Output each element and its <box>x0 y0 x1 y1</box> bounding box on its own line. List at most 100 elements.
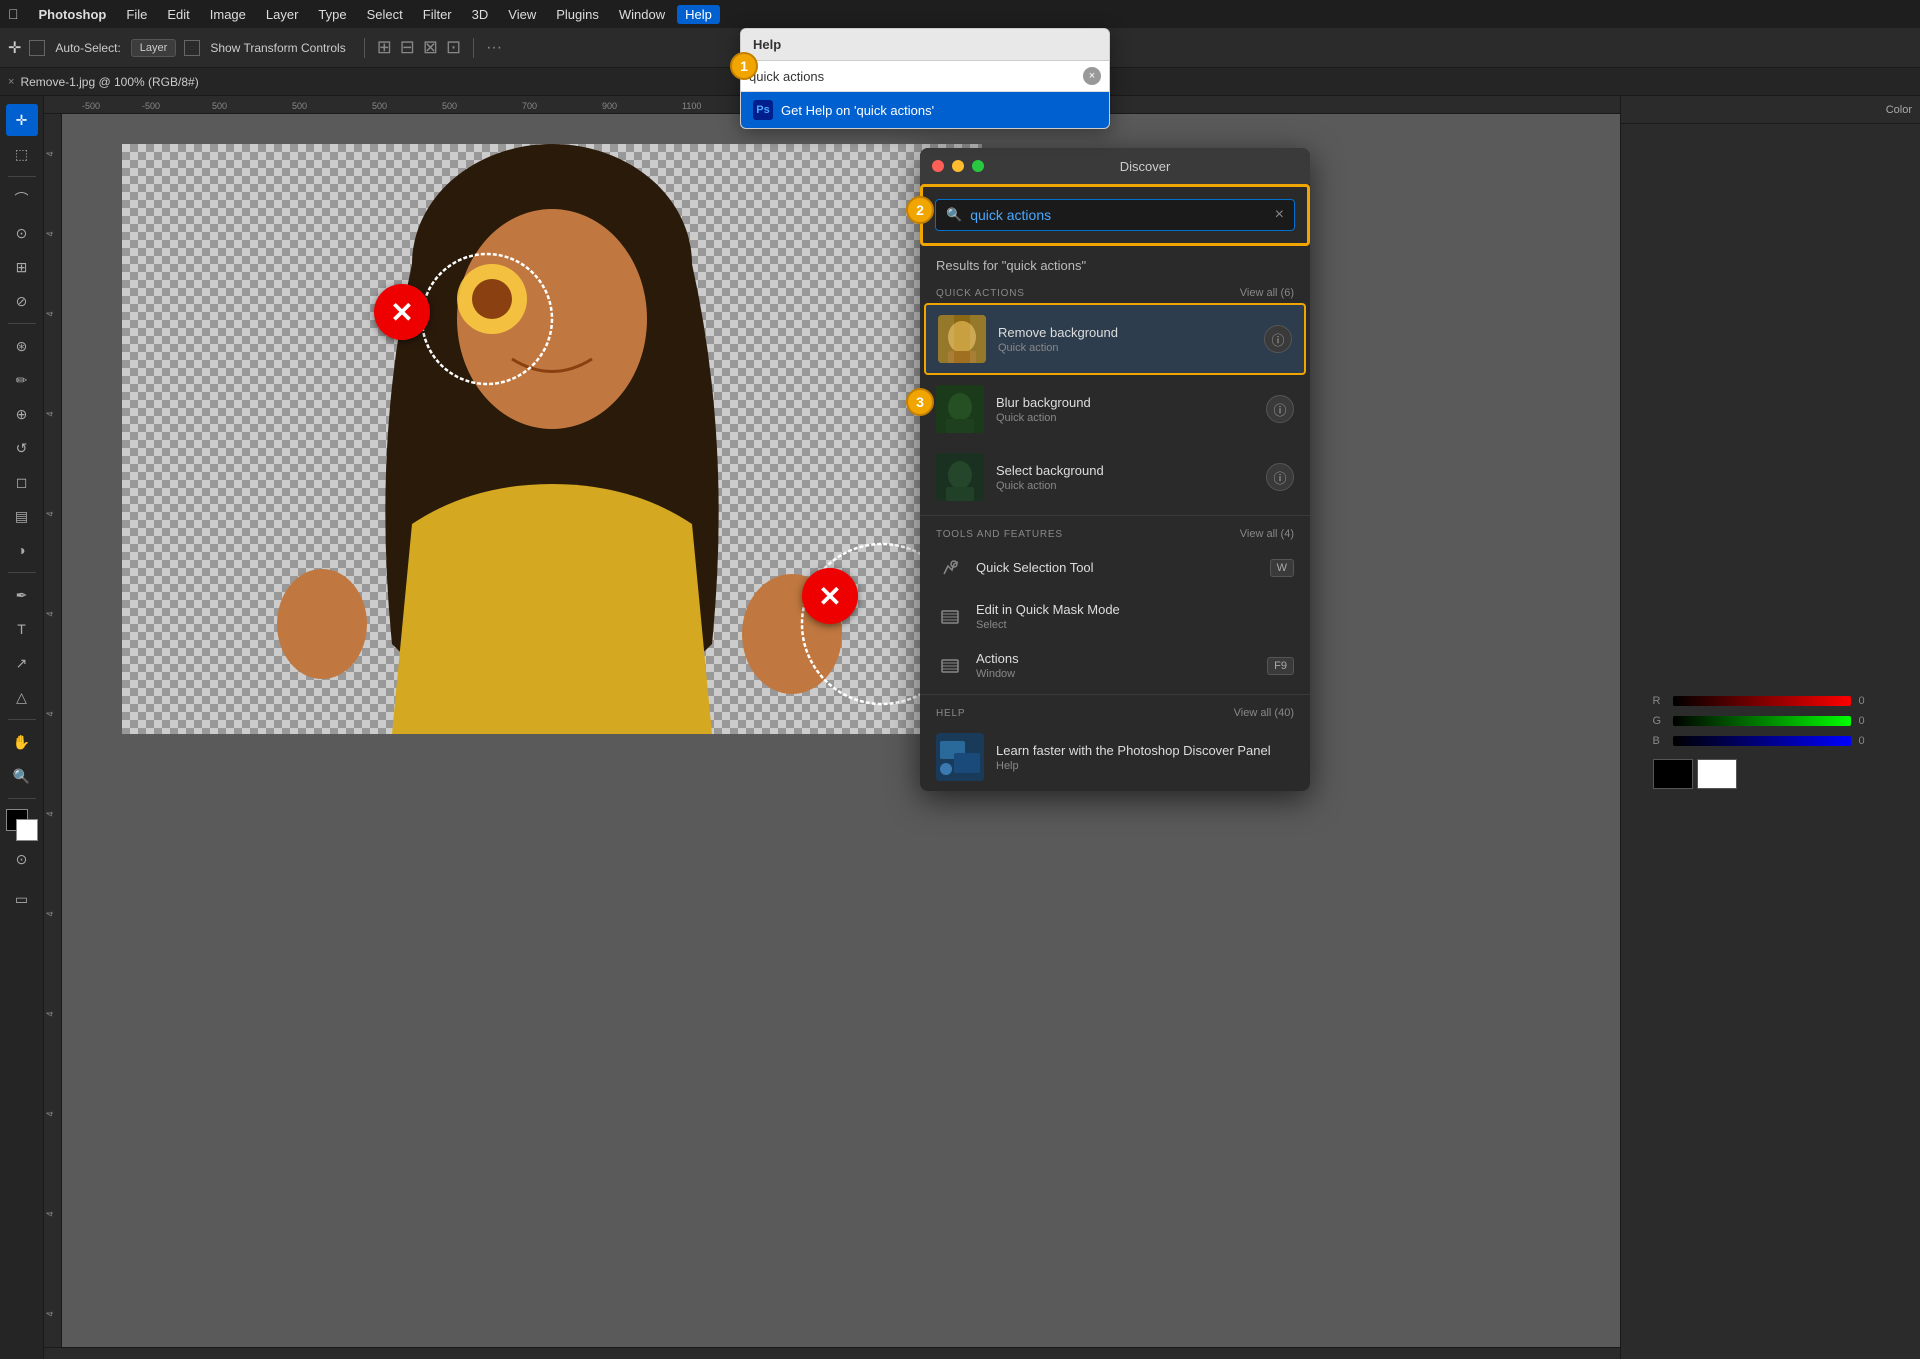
fg-swatch[interactable] <box>1653 759 1693 789</box>
tool-clone[interactable]: ⊕ <box>6 398 38 430</box>
tool-gradient[interactable]: ▤ <box>6 500 38 532</box>
fg-bg-colors[interactable] <box>6 809 38 841</box>
menu-view[interactable]: View <box>500 5 544 24</box>
help-section-label: HELP <box>936 708 965 719</box>
quick-action-blur-bg[interactable]: Blur background Quick action ⓘ <box>920 375 1310 443</box>
help-search-clear-button[interactable]: × <box>1083 67 1101 85</box>
discover-search-area: 🔍 × <box>920 184 1310 246</box>
minimize-window-button[interactable] <box>952 160 964 172</box>
menu-image[interactable]: Image <box>202 5 254 24</box>
background-color[interactable] <box>16 819 38 841</box>
tool-item-quick-selection[interactable]: Quick Selection Tool W <box>920 544 1310 592</box>
tool-type[interactable]: T <box>6 613 38 645</box>
toolbar-separator-2 <box>473 38 474 58</box>
tool-quick-mask[interactable]: ⊙ <box>6 843 38 875</box>
section-divider-2 <box>920 694 1310 695</box>
blur-bg-info-button[interactable]: ⓘ <box>1266 395 1294 423</box>
menu-type[interactable]: Type <box>310 5 354 24</box>
transform-controls-checkbox[interactable] <box>184 40 200 56</box>
tool-hand[interactable]: ✋ <box>6 726 38 758</box>
blue-value: 0 <box>1859 735 1889 747</box>
tools-divider-4 <box>8 719 36 720</box>
red-value: 0 <box>1859 695 1889 707</box>
discover-clear-button[interactable]: × <box>1275 206 1284 224</box>
align-icon-1: ⊞ <box>377 37 392 58</box>
red-slider[interactable] <box>1673 696 1851 706</box>
tool-item-actions[interactable]: Actions Window F9 <box>920 641 1310 690</box>
tool-brush[interactable]: ✏ <box>6 364 38 396</box>
quick-selection-shortcut: W <box>1270 559 1294 577</box>
layer-dropdown[interactable]: Layer <box>131 39 177 57</box>
tool-screen-mode[interactable]: ▭ <box>6 883 38 915</box>
tool-pen[interactable]: ✒ <box>6 579 38 611</box>
actions-info: Actions Window <box>976 651 1255 680</box>
menu-edit[interactable]: Edit <box>159 5 197 24</box>
quick-action-select-bg[interactable]: Select background Quick action ⓘ <box>920 443 1310 511</box>
apple-menu[interactable]:  <box>8 6 19 22</box>
help-item-discover-panel[interactable]: Learn faster with the Photoshop Discover… <box>920 723 1310 791</box>
green-slider[interactable] <box>1673 716 1851 726</box>
tool-move[interactable]: ✛ <box>6 104 38 136</box>
fullscreen-window-button[interactable] <box>972 160 984 172</box>
actions-shortcut: F9 <box>1267 657 1294 675</box>
menu-photoshop[interactable]: Photoshop <box>31 5 115 24</box>
menu-help[interactable]: Help <box>677 5 720 24</box>
auto-select-checkbox[interactable] <box>29 40 45 56</box>
select-bg-info-button[interactable]: ⓘ <box>1266 463 1294 491</box>
blue-slider[interactable] <box>1673 736 1851 746</box>
quick-actions-view-all[interactable]: View all (6) <box>1240 287 1294 299</box>
svg-text:4: 4 <box>45 911 55 916</box>
menu-layer[interactable]: Layer <box>258 5 307 24</box>
bg-swatch[interactable] <box>1697 759 1737 789</box>
remove-bg-info-button[interactable]: ⓘ <box>1264 325 1292 353</box>
tool-spot-heal[interactable]: ⊛ <box>6 330 38 362</box>
menu-file[interactable]: File <box>118 5 155 24</box>
help-search-input[interactable] <box>749 69 1083 84</box>
svg-text:500: 500 <box>442 101 457 111</box>
tool-eyedropper[interactable]: ⊘ <box>6 285 38 317</box>
help-result-item[interactable]: Ps Get Help on 'quick actions' <box>741 92 1109 128</box>
svg-text:500: 500 <box>292 101 307 111</box>
tool-item-quick-mask[interactable]: Edit in Quick Mask Mode Select <box>920 592 1310 641</box>
color-swatches <box>1653 759 1889 789</box>
tool-dodge[interactable]: ◑ <box>6 534 38 566</box>
discover-search-input[interactable] <box>970 207 1266 223</box>
tool-history-brush[interactable]: ↺ <box>6 432 38 464</box>
svg-text:500: 500 <box>212 101 227 111</box>
tool-shape[interactable]: △ <box>6 681 38 713</box>
tool-eraser[interactable]: ◻ <box>6 466 38 498</box>
help-search-row[interactable]: × <box>741 61 1109 92</box>
discover-search-box[interactable]: 🔍 × <box>935 199 1295 231</box>
step-badge-1: 1 <box>730 52 758 80</box>
menu-3d[interactable]: 3D <box>464 5 497 24</box>
tab-close-button[interactable]: × <box>8 76 14 88</box>
tool-crop[interactable]: ⊞ <box>6 251 38 283</box>
document-image <box>122 144 982 734</box>
quick-action-remove-bg[interactable]: Remove background Quick action ⓘ <box>924 303 1306 375</box>
document-tab[interactable]: Remove-1.jpg @ 100% (RGB/8#) <box>20 75 198 89</box>
canvas[interactable]: ✕ ✕ <box>62 114 1620 1347</box>
menu-filter[interactable]: Filter <box>415 5 460 24</box>
menu-select[interactable]: Select <box>359 5 411 24</box>
tool-marquee[interactable]: ⬚ <box>6 138 38 170</box>
tool-lasso[interactable]: ⌒ <box>6 183 38 215</box>
more-options-icon[interactable]: ··· <box>486 39 502 57</box>
help-item-title: Learn faster with the Photoshop Discover… <box>996 743 1294 758</box>
discover-results-label: Results for "quick actions" <box>920 246 1310 279</box>
color-label: Color <box>1886 104 1912 116</box>
svg-text:4: 4 <box>45 811 55 816</box>
close-window-button[interactable] <box>932 160 944 172</box>
tools-view-all[interactable]: View all (4) <box>1240 528 1294 540</box>
color-panel-header: Color <box>1621 96 1920 124</box>
menu-window[interactable]: Window <box>611 5 673 24</box>
menu-plugins[interactable]: Plugins <box>548 5 607 24</box>
discover-panel: Discover 🔍 × Results for "quick actions"… <box>920 148 1310 791</box>
tool-path-select[interactable]: ↗ <box>6 647 38 679</box>
tool-zoom[interactable]: 🔍 <box>6 760 38 792</box>
green-value: 0 <box>1859 715 1889 727</box>
horizontal-scrollbar[interactable] <box>44 1347 1620 1359</box>
help-view-all[interactable]: View all (40) <box>1234 707 1294 719</box>
help-section-header: HELP View all (40) <box>920 699 1310 723</box>
x-mark-circle-1: ✕ <box>374 284 430 340</box>
tool-quick-select[interactable]: ⊙ <box>6 217 38 249</box>
